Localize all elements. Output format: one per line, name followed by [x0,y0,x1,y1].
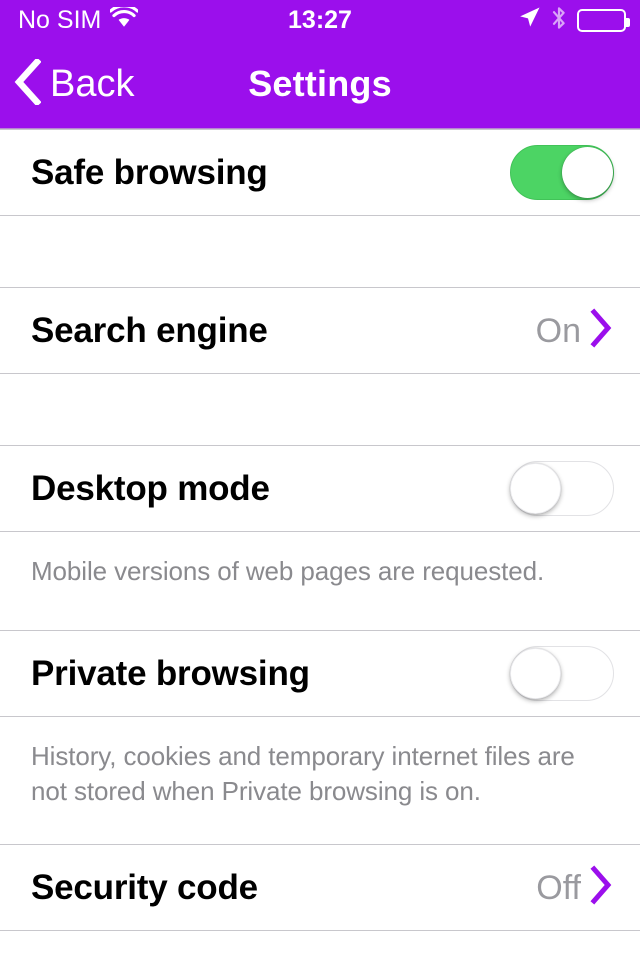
row-security-code[interactable]: Security code Off [0,845,640,930]
status-bar-right [518,6,630,35]
toggle-knob [510,463,561,514]
page-title: Settings [248,63,392,104]
chevron-right-icon [589,865,614,910]
footer-text: History, cookies and temporary internet … [31,741,575,806]
location-arrow-icon [518,6,541,34]
row-search-engine[interactable]: Search engine On [0,288,640,373]
chevron-right-icon [589,308,614,353]
navigation-bar: Back Settings [0,40,640,129]
status-bar: No SIM 13:27 [0,0,640,40]
footer-text: Mobile versions of web pages are request… [31,556,545,586]
safe-browsing-toggle[interactable] [510,145,614,200]
private-browsing-footer: History, cookies and temporary internet … [0,717,640,844]
row-value: Off [536,868,581,907]
row-label: Security code [31,868,258,907]
private-browsing-toggle[interactable] [510,646,614,701]
battery-icon [577,8,630,32]
row-accessory: On [536,308,614,353]
row-label: Private browsing [31,654,310,693]
desktop-mode-toggle[interactable] [510,461,614,516]
desktop-mode-footer: Mobile versions of web pages are request… [0,532,640,630]
toggle-knob [510,648,561,699]
row-accessory: Off [536,865,614,910]
row-label: Safe browsing [31,153,268,192]
settings-list: Safe browsing Search engine On Desktop m… [0,129,640,931]
separator [0,930,640,931]
row-label: Search engine [31,311,268,350]
section-gap [0,374,640,445]
row-value: On [535,311,581,350]
section-gap [0,216,640,287]
row-safe-browsing[interactable]: Safe browsing [0,130,640,215]
row-label: Desktop mode [31,469,270,508]
row-desktop-mode[interactable]: Desktop mode [0,446,640,531]
settings-screen: No SIM 13:27 Back Settings Safe browsing… [0,0,640,960]
bluetooth-icon [551,6,567,35]
clock-label: 13:27 [288,5,352,34]
carrier-label: No SIM [18,5,102,34]
status-bar-left: No SIM [18,4,140,34]
toggle-knob [562,147,613,198]
wifi-icon [109,4,140,33]
row-private-browsing[interactable]: Private browsing [0,631,640,716]
